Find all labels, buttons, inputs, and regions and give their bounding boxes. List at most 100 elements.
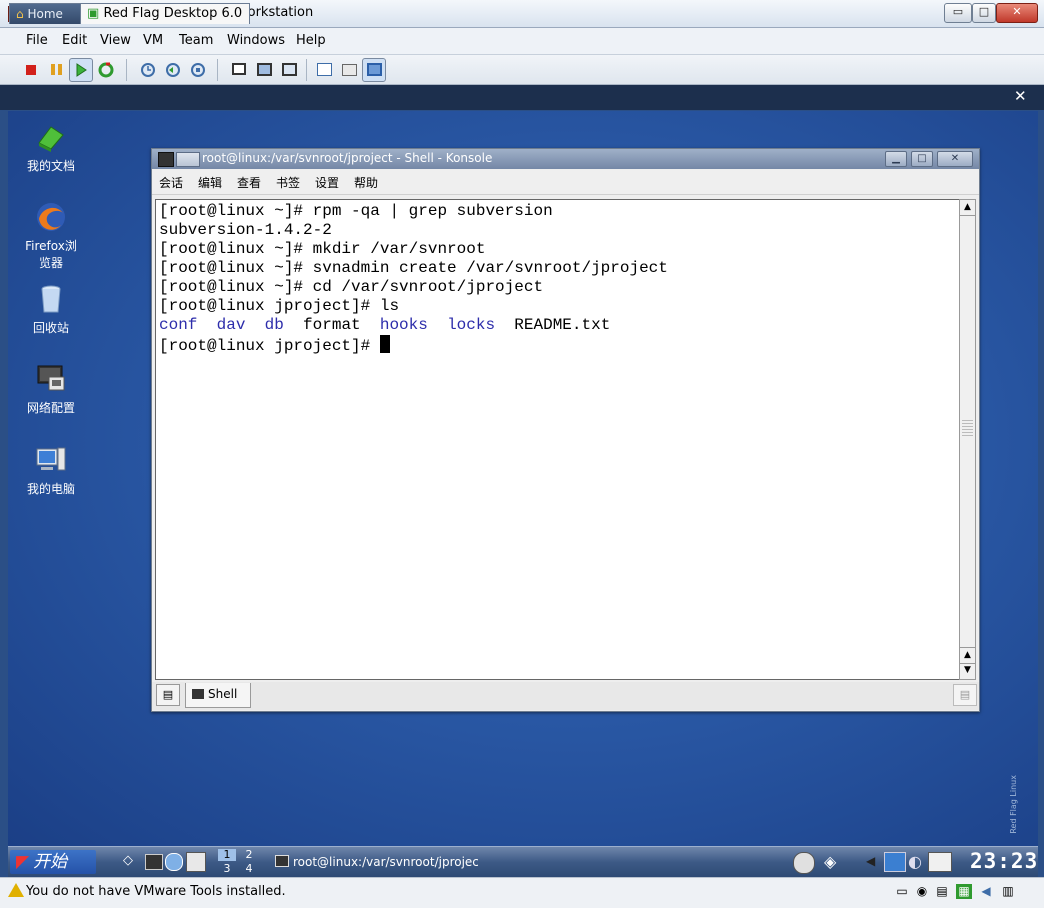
desktop-icon-label: 我的文档 [26, 159, 75, 173]
terminal-area[interactable]: [root@linux ~]# rpm -qa | grep subversio… [155, 199, 960, 680]
konsole-menu-view[interactable]: 查看 [237, 174, 261, 191]
new-session-icon[interactable]: ▤ [156, 684, 180, 706]
terminal-line: [root@linux ~]# cd /var/svnroot/jproject [159, 278, 544, 296]
terminal-line: [root@linux ~]# svnadmin create /var/svn… [159, 259, 668, 277]
snapshot-icon[interactable] [136, 58, 160, 82]
menu-view[interactable]: View [100, 33, 131, 48]
workspace-1[interactable]: 1 [218, 849, 236, 861]
desktop-icon-network[interactable]: 网络配置 [11, 363, 91, 416]
vmware-menubar: File Edit View VM Team Windows Help [0, 28, 1044, 55]
menu-windows[interactable]: Windows [227, 33, 285, 48]
ls-dir: conf [159, 316, 198, 334]
ls-dir: hooks [379, 316, 428, 334]
workspace-2[interactable]: 2 [240, 849, 258, 861]
tab-home[interactable]: ⌂ Home [9, 3, 85, 24]
vmware-statusbar: You do not have VMware Tools installed. … [0, 877, 1044, 908]
network-adapter-icon[interactable]: ▦ [956, 884, 972, 899]
tab-vm-label: Red Flag Desktop 6.0 [103, 6, 243, 21]
konsole-menu-bookmarks[interactable]: 书签 [276, 174, 300, 191]
menu-edit[interactable]: Edit [62, 33, 87, 48]
network-launcher-icon[interactable] [165, 853, 183, 871]
terminal-line: subversion-1.4.2-2 [159, 221, 332, 239]
quick-switch-icon[interactable] [227, 58, 251, 82]
close-session-icon[interactable]: ▤ [953, 684, 977, 706]
terminal-launcher-icon[interactable] [145, 854, 163, 870]
terminal-prompt: [root@linux jproject]# [159, 337, 380, 355]
warning-icon [8, 883, 24, 897]
sound-icon[interactable]: ◀ [978, 884, 994, 899]
desktop-icon-trash[interactable]: 回收站 [11, 283, 91, 336]
message-log-icon[interactable]: ▥ [1000, 884, 1016, 899]
guest-taskbar: ◤ 开始 ◇ 1 2 3 4 root@linux:/var/svnroot/jp… [8, 846, 1038, 877]
terminal-icon[interactable] [158, 152, 174, 167]
scroll-up-icon[interactable]: ▲ [960, 200, 975, 216]
console-view-icon[interactable] [337, 58, 361, 82]
network-tray-icon[interactable] [884, 852, 906, 872]
terminal-line: [root@linux ~]# mkdir /var/svnroot [159, 240, 486, 258]
status-message: You do not have VMware Tools installed. [26, 884, 286, 899]
desktop-icon-documents[interactable]: 我的文档 [11, 121, 91, 174]
workspace-4[interactable]: 4 [240, 863, 258, 875]
scrollbar-grip[interactable] [962, 420, 973, 438]
window-menu-icon[interactable] [176, 152, 200, 167]
hard-disk-icon[interactable]: ▭ [894, 884, 910, 899]
snapshot-manager-icon[interactable] [186, 58, 210, 82]
play-icon[interactable] [69, 58, 93, 82]
revert-snapshot-icon[interactable] [161, 58, 185, 82]
red-flag-watermark: Red Flag Linux [1009, 775, 1018, 834]
konsole-menu-help[interactable]: 帮助 [354, 174, 378, 191]
desktop-icon-computer[interactable]: 我的电脑 [11, 444, 91, 497]
clipboard-tray-icon[interactable]: ◈ [824, 852, 836, 871]
volume-tray-icon[interactable]: ◐ [908, 852, 922, 871]
konsole-menu-settings[interactable]: 设置 [315, 174, 339, 191]
tab-red-flag-desktop[interactable]: ▣ Red Flag Desktop 6.0 [80, 3, 250, 24]
menu-file[interactable]: File [26, 33, 48, 48]
konsole-close-button[interactable]: ✕ [937, 151, 973, 167]
unity-icon[interactable] [362, 58, 386, 82]
close-button[interactable]: ✕ [996, 3, 1038, 23]
workspace-3[interactable]: 3 [218, 863, 236, 875]
summary-view-icon[interactable] [312, 58, 336, 82]
close-tab-icon[interactable]: ✕ [1014, 87, 1027, 105]
fit-guest-icon[interactable] [277, 58, 301, 82]
vmware-tabbar [0, 85, 1044, 110]
maximize-button[interactable]: □ [972, 3, 996, 23]
printer-tray-icon[interactable] [928, 852, 952, 872]
stop-icon[interactable] [19, 58, 43, 82]
floppy-icon[interactable]: ▤ [934, 884, 950, 899]
fullscreen-icon[interactable] [252, 58, 276, 82]
konsole-menu-edit[interactable]: 编辑 [198, 174, 222, 191]
taskbar-clock[interactable]: 23:23 [970, 849, 1038, 873]
panel-arrow-icon[interactable]: ◀ [866, 854, 875, 868]
desktop-icon-label: 回收站 [32, 321, 69, 335]
menu-help[interactable]: Help [296, 33, 326, 48]
konsole-maximize-button[interactable]: □ [911, 151, 933, 167]
show-desktop-icon[interactable]: ◇ [123, 853, 139, 869]
cdrom-icon[interactable]: ◉ [914, 884, 930, 899]
konsole-minimize-button[interactable]: ▁ [885, 151, 907, 167]
pause-icon[interactable] [44, 58, 68, 82]
scroll-up-icon[interactable]: ▲ [960, 647, 975, 664]
scroll-down-icon[interactable]: ▼ [960, 663, 975, 678]
konsole-title: root@linux:/var/svnroot/jproject - Shell… [202, 151, 493, 165]
minimize-button[interactable]: ▭ [944, 3, 972, 23]
konsole-titlebar[interactable]: root@linux:/var/svnroot/jproject - Shell… [152, 149, 979, 169]
help-launcher-icon[interactable] [186, 852, 206, 872]
taskbar-task-label: root@linux:/var/svnroot/jproject [293, 855, 478, 869]
red-flag-logo-icon: ◤ [16, 852, 30, 872]
ls-dir: db [264, 316, 284, 334]
menu-vm[interactable]: VM [143, 33, 163, 48]
taskbar-konsole-entry[interactable]: root@linux:/var/svnroot/jproject [275, 851, 478, 873]
ls-file: format [303, 316, 361, 334]
tab-shell[interactable]: Shell [185, 683, 251, 708]
reset-icon[interactable] [94, 58, 118, 82]
konsole-menu-session[interactable]: 会话 [159, 174, 183, 191]
konsole-window: root@linux:/var/svnroot/jproject - Shell… [151, 148, 980, 712]
terminal-scrollbar[interactable]: ▲ ▲ ▼ [959, 199, 976, 680]
desktop-icon-firefox[interactable]: Firefox浏览器 [11, 201, 91, 271]
cdrom-tray-icon[interactable] [793, 852, 815, 874]
menu-team[interactable]: Team [179, 33, 213, 48]
start-button[interactable]: ◤ 开始 [10, 850, 96, 874]
konsole-menubar: 会话 编辑 查看 书签 设置 帮助 [152, 170, 979, 195]
ls-dir: dav [216, 316, 246, 334]
